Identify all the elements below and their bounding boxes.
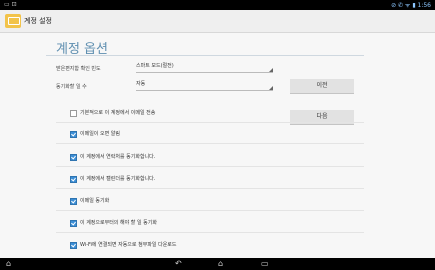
row-divider	[56, 143, 364, 144]
checkbox-label: 이 계정에서 연락처를 동기화합니다.	[80, 154, 156, 160]
checkbox[interactable]	[70, 131, 77, 138]
checkbox[interactable]	[70, 242, 77, 249]
email-app-icon[interactable]	[5, 14, 21, 28]
recent-apps-icon[interactable]: ▭	[261, 259, 269, 269]
inbox-check-spinner[interactable]: 스마트 모드(절전)	[136, 62, 273, 73]
home-icon[interactable]: ⌂	[218, 259, 223, 269]
previous-button[interactable]: 이전	[290, 79, 354, 94]
back-icon[interactable]: ↶	[175, 259, 182, 269]
row-divider	[56, 166, 364, 167]
checkbox-label: 이 계정에서 캘린더를 동기화합니다.	[80, 176, 156, 182]
status-bar: ▭ ⊡ ⊘ ✆ ᯤ ▮ 1:56	[0, 0, 435, 10]
inbox-check-value: 스마트 모드(절전)	[136, 63, 174, 69]
status-right-indicators: ⊘ ✆ ᯤ ▮ 1:56	[391, 2, 431, 9]
checkbox-label: 이메일 동기화	[80, 198, 110, 204]
sync-days-spinner[interactable]: 자동	[136, 80, 273, 91]
sync-days-value: 자동	[136, 81, 146, 87]
section-divider	[46, 55, 364, 56]
inbox-check-label: 받은편지함 확인 빈도	[56, 66, 101, 72]
checkbox-label: Wi-Fi에 연결되면 자동으로 첨부파일 다운로드	[80, 242, 177, 248]
app-title: 계정 설정	[24, 17, 52, 25]
sync-days-label: 동기화할 일 수	[56, 84, 87, 90]
row-divider	[56, 122, 364, 123]
checkbox-label: 기본적으로 이 계정에서 이메일 전송	[80, 110, 156, 116]
action-bar: 계정 설정	[0, 10, 435, 33]
checkbox[interactable]	[70, 220, 77, 227]
row-divider	[56, 232, 364, 233]
status-left-icons: ▭ ⊡	[4, 1, 17, 8]
dropdown-arrow-icon	[269, 68, 273, 72]
checkbox[interactable]	[70, 110, 77, 117]
checkbox[interactable]	[70, 176, 77, 183]
checkbox[interactable]	[70, 154, 77, 161]
dropdown-arrow-icon	[269, 86, 273, 90]
checkbox[interactable]	[70, 198, 77, 205]
checkbox-label: 이메일이 오면 알림	[80, 131, 120, 137]
checkbox-label: 이 계정으로부터의 해야 할 일 동기화	[80, 220, 157, 226]
row-divider	[56, 188, 364, 189]
keyboard-hide-icon[interactable]: ⌂	[6, 259, 11, 269]
row-divider	[56, 210, 364, 211]
navigation-bar: ⌂ ↶ ⌂ ▭	[0, 258, 435, 270]
